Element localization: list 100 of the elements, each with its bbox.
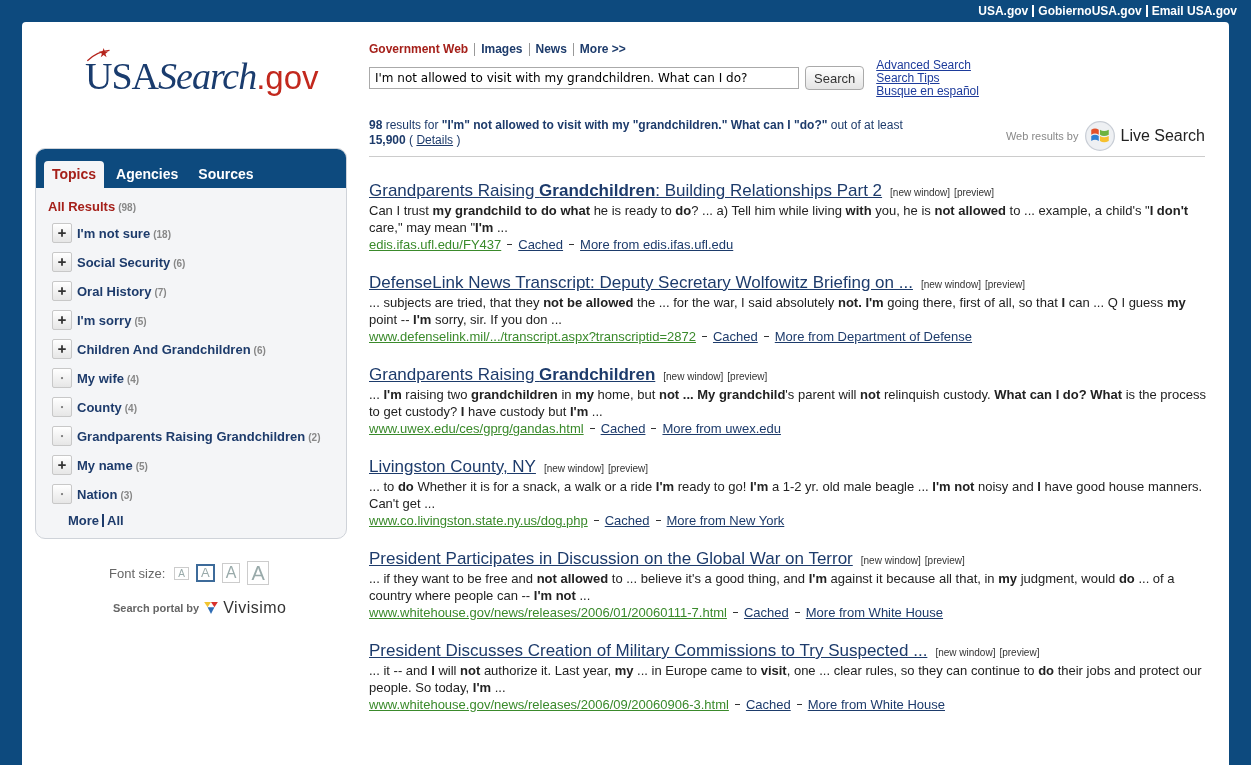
result-url[interactable]: www.whitehouse.gov/news/releases/2006/01/20060111-7.html — [369, 604, 727, 621]
result-snippet: ... it -- and I will not authorize it. Last year, my ... in Europe came to visit, one ... clear rules, so they can continue to do their jobs and protect our people. So today, I'm ... — [369, 662, 1203, 696]
expand-toggle[interactable] — [52, 339, 72, 359]
expand-toggle[interactable] — [52, 368, 72, 388]
topic-link[interactable]: County — [77, 400, 122, 415]
cached-link[interactable]: Cached — [600, 420, 646, 437]
result-url[interactable]: edis.ifas.ufl.edu/FY437 — [369, 236, 502, 253]
search-option-link[interactable]: Busque en español — [876, 85, 979, 98]
search-tab[interactable]: Government Web — [369, 42, 469, 56]
more-link[interactable]: More — [68, 513, 100, 528]
top-link[interactable]: USA.gov — [978, 4, 1029, 18]
windows-flag-icon — [1084, 121, 1115, 151]
result-title-link[interactable]: Livingston County, NY — [369, 457, 536, 477]
expand-toggle[interactable] — [52, 252, 72, 272]
result-snippet: Can I trust my grandchild to do what he is ready to do? ... a) Tell him while living with you, he is not allowed to ... example, a child's "I don't care," may mean "I'm ... — [369, 202, 1190, 236]
search-tab[interactable]: News — [535, 42, 567, 56]
search-option-link[interactable]: Search Tips — [876, 72, 979, 85]
result-url[interactable]: www.defenselink.mil/.../transcript.aspx?transcriptid=2872 — [369, 328, 696, 345]
all-link[interactable]: All — [107, 513, 124, 528]
result-count: (4) — [126, 374, 140, 385]
new-window-link[interactable]: [new window] — [920, 279, 981, 290]
cached-link[interactable]: Cached — [743, 604, 789, 621]
preview-link[interactable]: [preview] — [727, 371, 768, 382]
more-from-link[interactable]: More from edis.ifas.ufl.edu — [580, 236, 734, 253]
expand-toggle[interactable] — [52, 281, 72, 301]
topic-link[interactable]: Oral History — [77, 284, 152, 299]
search-field[interactable]: I'm not allowed to visit with my grandchildren. What can I do? — [369, 67, 799, 89]
topic-link[interactable]: Children And Grandchildren — [77, 342, 251, 357]
font-size-label: Font size: — [109, 565, 166, 581]
topic-link[interactable]: My wife — [77, 371, 124, 386]
search-option-link[interactable]: Advanced Search — [876, 59, 979, 72]
topic-link[interactable]: Social Security — [77, 255, 171, 270]
result-title-link[interactable]: President Discusses Creation of Military Commissions to Try Suspected ... — [369, 641, 928, 661]
portal-label: Search portal by — [113, 602, 200, 614]
topic-link[interactable]: I'm not sure — [77, 226, 151, 241]
web-results-label: Web results by — [1005, 130, 1079, 142]
search-button[interactable]: Search — [805, 66, 865, 90]
top-link[interactable]: Email USA.gov — [1151, 4, 1237, 18]
preview-link[interactable]: [preview] — [984, 279, 1025, 290]
topic-link[interactable]: I'm sorry — [77, 313, 132, 328]
plus-icon — [57, 286, 67, 296]
topic-link[interactable]: Grandparents Raising Grandchildren — [77, 429, 306, 444]
plus-icon — [57, 460, 67, 470]
expand-toggle[interactable] — [52, 223, 72, 243]
result-count: (6) — [253, 345, 266, 356]
result-title-link[interactable]: Grandparents Raising Grandchildren — [369, 365, 656, 385]
result-url[interactable]: www.uwex.edu/ces/gprg/gandas.html — [369, 420, 584, 437]
result-url[interactable]: www.co.livingston.state.ny.us/dog.php — [369, 512, 588, 529]
brand-name: Live Search — [1120, 127, 1205, 145]
plus-icon — [57, 228, 67, 238]
new-window-link[interactable]: [new window] — [935, 647, 996, 658]
new-window-link[interactable]: [new window] — [890, 187, 951, 198]
result-count: (7) — [154, 287, 167, 298]
preview-link[interactable]: [preview] — [954, 187, 995, 198]
new-window-link[interactable]: [new window] — [663, 371, 724, 382]
more-from-link[interactable]: More from New York — [666, 512, 785, 529]
topic-link[interactable]: My name — [77, 458, 133, 473]
preview-link[interactable]: [preview] — [607, 463, 648, 474]
result-count: (5) — [134, 316, 147, 327]
cached-link[interactable]: Cached — [745, 696, 791, 713]
preview-link[interactable]: [preview] — [999, 647, 1040, 658]
result-title-link[interactable]: President Participates in Discussion on the Global War on Terror — [369, 549, 853, 569]
result-snippet: ... to do Whether it is for a snack, a walk or a ride I'm ready to go! I'm a 1-2 yr. old male beagle ... I'm not noisy and I have good house manners. Can't get ... — [369, 478, 1204, 512]
cached-link[interactable]: Cached — [518, 236, 564, 253]
new-window-link[interactable]: [new window] — [543, 463, 604, 474]
expand-toggle[interactable] — [52, 310, 72, 330]
triangle-logo-icon — [204, 602, 219, 614]
result-count: (5) — [135, 461, 148, 472]
result-count: (3) — [120, 490, 133, 501]
sidebar-tab[interactable]: Topics — [44, 161, 105, 188]
plus-icon — [57, 315, 67, 325]
preview-link[interactable]: [preview] — [924, 555, 965, 566]
expand-toggle[interactable] — [52, 455, 72, 475]
result-title-link[interactable]: Grandparents Raising Grandchildren: Building Relationships Part 2 — [369, 181, 883, 201]
result-snippet: ... if they want to be free and not allowed to ... believe it's a good thing, and I'm against it because all that, in my judgment, would do ... of a country where people can -- I'm not ... — [369, 570, 1176, 604]
brand-name: Vivisimo — [223, 599, 287, 617]
result-count: (98) — [118, 202, 136, 213]
cached-link[interactable]: Cached — [604, 512, 650, 529]
cached-link[interactable]: Cached — [712, 328, 758, 345]
top-link[interactable]: GobiernoUSA.gov — [1038, 4, 1142, 18]
details-link[interactable]: Details — [416, 133, 454, 147]
all-results-link[interactable]: All Results — [48, 199, 116, 214]
more-from-link[interactable]: More from White House — [805, 604, 944, 621]
usasearch-logo[interactable]: USASearch.gov — [85, 48, 319, 98]
expand-toggle[interactable] — [52, 397, 72, 417]
more-from-link[interactable]: More from Department of Defense — [774, 328, 973, 345]
search-tab[interactable]: More >> — [579, 42, 626, 56]
more-from-link[interactable]: More from White House — [807, 696, 945, 713]
result-title-link[interactable]: DefenseLink News Transcript: Deputy Secretary Wolfowitz Briefing on ... — [369, 273, 913, 293]
new-window-link[interactable]: [new window] — [860, 555, 921, 566]
topic-link[interactable]: Nation — [77, 487, 118, 502]
sidebar-tab[interactable]: Sources — [190, 161, 262, 188]
search-tab[interactable]: Images — [481, 42, 523, 56]
more-from-link[interactable]: More from uwex.edu — [662, 420, 781, 437]
sidebar-tab[interactable]: Agencies — [108, 161, 187, 188]
expand-toggle[interactable] — [52, 426, 72, 446]
result-snippet: ... subjects are tried, that they not be allowed the ... for the war, I said absolutely not. I'm going there, first of all, so that I can ... Q I guess my point -- I'm sorry, sir. If you don ... — [369, 294, 1187, 328]
plus-icon — [57, 257, 67, 267]
expand-toggle[interactable] — [52, 484, 72, 504]
result-url[interactable]: www.whitehouse.gov/news/releases/2006/09/20060906-3.html — [369, 696, 729, 713]
